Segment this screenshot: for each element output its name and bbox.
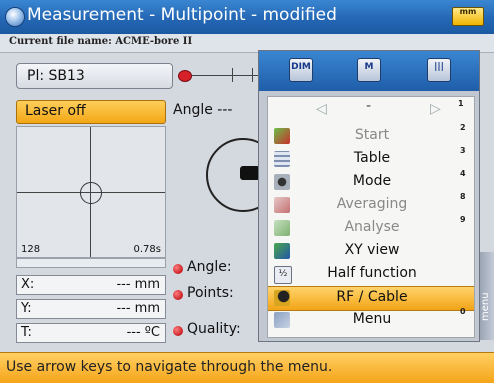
- laser-off-button[interactable]: Laser off: [16, 100, 166, 124]
- menu-list: ◁ - ▷ 1 Start 2 Table 3 Mode 4 Averaging…: [267, 96, 475, 338]
- y-readout: Y: --- mm: [16, 299, 166, 319]
- y-label: Y:: [21, 301, 32, 316]
- menu-toolbar: DIM M |||: [259, 51, 479, 91]
- rf-cable-icon: [274, 290, 290, 306]
- nav-right-icon[interactable]: ▷: [430, 101, 441, 117]
- averaging-icon: [274, 197, 290, 213]
- menu-item-shortcut: 8: [460, 192, 466, 201]
- analyse-icon: [274, 220, 290, 236]
- menu-item-label: RF / Cable: [336, 289, 408, 305]
- start-icon: [274, 128, 290, 144]
- menu-item-rf-cable[interactable]: RF / Cable: [268, 286, 474, 311]
- xy-view-icon: [274, 243, 290, 259]
- title-bar: Measurement - Multipoint - modified mm: [0, 0, 494, 34]
- sensor-icon: [240, 166, 260, 180]
- menu-item-half-function[interactable]: ½ Half function: [268, 263, 474, 286]
- menu-item-mode[interactable]: Mode 4: [268, 169, 474, 194]
- menu-item-shortcut: 9: [460, 215, 466, 224]
- table-icon: [274, 151, 290, 167]
- points-status-icon: [173, 290, 183, 300]
- bars-button[interactable]: |||: [427, 58, 451, 82]
- menu-item-menu[interactable]: Menu 0: [268, 307, 474, 332]
- menu-item-label: Half function: [327, 265, 417, 281]
- quality-status-icon: [173, 326, 183, 336]
- plane-label: Pl: SB13: [27, 68, 85, 84]
- menu-item-label: Menu: [352, 311, 392, 327]
- battery-icon: mm: [452, 7, 484, 26]
- menu-item-averaging[interactable]: Averaging 8: [268, 192, 474, 217]
- x-label: X:: [21, 277, 35, 292]
- nav-left-icon[interactable]: ◁: [316, 101, 327, 117]
- nav-number: 1: [458, 99, 464, 108]
- slider-tick: [232, 68, 233, 82]
- menu-item-label: Analyse: [344, 219, 400, 235]
- mode-icon: [274, 174, 290, 190]
- context-menu: DIM M ||| ◁ - ▷ 1 Start 2 Table 3 Mode 4…: [258, 50, 480, 342]
- menu-item-start[interactable]: Start 2: [268, 123, 474, 148]
- angle-readout-top: Angle ---: [173, 102, 233, 118]
- window-title: Measurement - Multipoint - modified: [27, 5, 337, 25]
- target-circle: [80, 182, 102, 204]
- current-file-label: Current file name: ACME-bore II: [9, 36, 193, 47]
- laser-target-display: 128 0.78s: [16, 126, 166, 258]
- menu-side-tab[interactable]: menu: [480, 252, 494, 340]
- y-value: --- mm: [116, 301, 160, 316]
- status-bar: Use arrow keys to navigate through the m…: [0, 352, 494, 383]
- menu-item-label: XY view: [344, 242, 400, 258]
- quality-label: Quality:: [187, 321, 241, 337]
- x-readout: X: --- mm: [16, 275, 166, 295]
- slider-tick: [252, 68, 253, 82]
- menu-item-shortcut: 4: [460, 169, 466, 178]
- side-tab-label: menu: [480, 292, 491, 321]
- menu-item-label: Table: [353, 150, 391, 166]
- bars-label: |||: [434, 62, 444, 72]
- target-time: 0.78s: [133, 244, 161, 255]
- dim-label: DIM: [291, 62, 311, 72]
- menu-item-xy-view[interactable]: XY view: [268, 240, 474, 263]
- m-label: M: [364, 62, 374, 72]
- t-value: --- ºC: [126, 325, 160, 340]
- position-slider-thumb[interactable]: [178, 70, 192, 82]
- target-intensity: 128: [21, 244, 41, 255]
- t-label: T:: [21, 325, 32, 340]
- menu-nav: ◁ - ▷ 1: [268, 97, 474, 123]
- dim-button[interactable]: DIM: [289, 58, 313, 82]
- points-label: Points:: [187, 285, 234, 301]
- plane-selector[interactable]: Pl: SB13: [16, 63, 173, 89]
- nav-center: -: [366, 98, 372, 114]
- status-message: Use arrow keys to navigate through the m…: [6, 359, 333, 375]
- angle-status-icon: [173, 264, 183, 274]
- menu-icon: [274, 312, 290, 328]
- menu-item-shortcut: 3: [460, 146, 466, 155]
- app-icon: [5, 7, 25, 27]
- menu-item-label: Mode: [352, 173, 392, 189]
- menu-item-analyse[interactable]: Analyse 9: [268, 215, 474, 240]
- half-function-icon: ½: [274, 266, 292, 284]
- battery-label: mm: [459, 7, 477, 16]
- t-readout: T: --- ºC: [16, 323, 166, 343]
- signal-bar: [16, 258, 166, 268]
- m-button[interactable]: M: [357, 58, 381, 82]
- menu-item-label: Start: [354, 127, 390, 143]
- menu-item-shortcut: 0: [460, 307, 466, 316]
- menu-item-table[interactable]: Table 3: [268, 146, 474, 171]
- angle-label: Angle:: [187, 259, 232, 275]
- menu-item-label: Averaging: [336, 196, 408, 212]
- x-value: --- mm: [116, 277, 160, 292]
- laser-button-label: Laser off: [25, 103, 86, 119]
- menu-item-shortcut: 2: [460, 123, 466, 132]
